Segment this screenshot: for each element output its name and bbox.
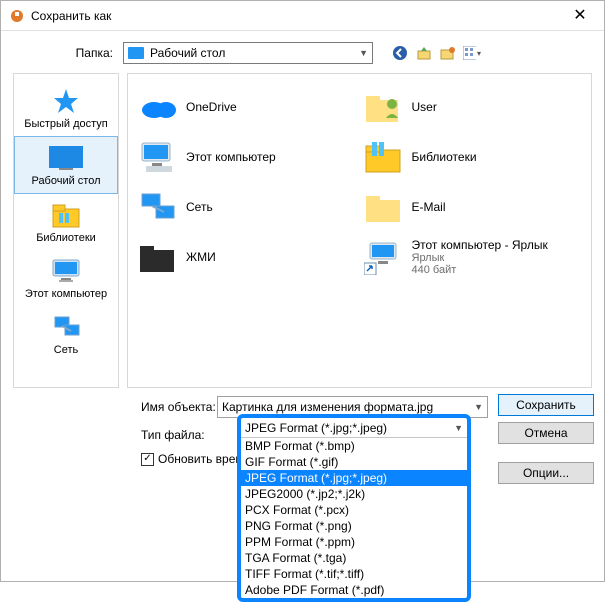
filetype-option[interactable]: PCX Format (*.pcx): [241, 502, 467, 518]
network-icon: [16, 312, 116, 342]
filetype-option[interactable]: GIF Format (*.gif): [241, 454, 467, 470]
star-icon: [16, 86, 116, 116]
filetype-option[interactable]: TGA Format (*.tga): [241, 550, 467, 566]
cancel-button[interactable]: Отмена: [498, 422, 594, 444]
file-area: OneDrive User Этот компьютер Библиотеки …: [127, 73, 592, 388]
save-button[interactable]: Сохранить: [498, 394, 594, 416]
place-this-pc[interactable]: Этот компьютер: [14, 250, 118, 306]
app-icon: [9, 8, 25, 24]
item-zhmi[interactable]: ЖМИ: [134, 232, 360, 282]
chevron-down-icon: ▼: [454, 423, 463, 433]
filetype-dropdown[interactable]: JPEG Format (*.jpg;*.jpeg) ▼ BMP Format …: [237, 414, 471, 602]
folder-label: Папка:: [13, 46, 123, 60]
chevron-down-icon: ▼: [359, 48, 368, 58]
item-libraries[interactable]: Библиотеки: [360, 132, 586, 182]
filename-label: Имя объекта:: [11, 400, 217, 414]
place-desktop[interactable]: Рабочий стол: [14, 136, 118, 194]
place-libraries[interactable]: Библиотеки: [14, 194, 118, 250]
filetype-option[interactable]: PNG Format (*.png): [241, 518, 467, 534]
network-icon: [136, 185, 180, 229]
item-shortcut[interactable]: Этот компьютер - Ярлык Ярлык 440 байт: [360, 232, 586, 282]
update-time-checkbox[interactable]: ✓: [141, 453, 154, 466]
item-onedrive[interactable]: OneDrive: [134, 82, 360, 132]
place-network[interactable]: Сеть: [14, 306, 118, 362]
place-quick-access[interactable]: Быстрый доступ: [14, 80, 118, 136]
monitor-icon: [16, 256, 116, 286]
item-network[interactable]: Сеть: [134, 182, 360, 232]
shortcut-icon: [362, 235, 406, 279]
filetype-selected[interactable]: JPEG Format (*.jpg;*.jpeg) ▼: [241, 418, 467, 438]
user-folder-icon: [362, 85, 406, 129]
desktop-icon: [17, 143, 115, 173]
item-this-pc[interactable]: Этот компьютер: [134, 132, 360, 182]
filetype-option[interactable]: PPM Format (*.ppm): [241, 534, 467, 550]
options-button[interactable]: Опции...: [498, 462, 594, 484]
toolbar-icons: ▾: [391, 44, 481, 62]
cloud-icon: [136, 85, 180, 129]
up-icon[interactable]: [415, 44, 433, 62]
filetype-option[interactable]: TIFF Format (*.tif;*.tiff): [241, 566, 467, 582]
item-user[interactable]: User: [360, 82, 586, 132]
desktop-icon: [128, 47, 144, 59]
folder-icon: [362, 185, 406, 229]
folder-row: Папка: Рабочий стол ▼ ▾: [1, 39, 604, 67]
filetype-option[interactable]: JPEG2000 (*.jp2;*.j2k): [241, 486, 467, 502]
libraries-icon: [16, 200, 116, 230]
libraries-folder-icon: [362, 135, 406, 179]
pc-icon: [136, 135, 180, 179]
new-folder-icon[interactable]: [439, 44, 457, 62]
filetype-option[interactable]: BMP Format (*.bmp): [241, 438, 467, 454]
filetype-option[interactable]: Adobe PDF Format (*.pdf): [241, 582, 467, 598]
filetype-option[interactable]: JPEG Format (*.jpg;*.jpeg): [241, 470, 467, 486]
item-email[interactable]: E-Mail: [360, 182, 586, 232]
dark-folder-icon: [136, 235, 180, 279]
places-bar: Быстрый доступ Рабочий стол Библиотеки Э…: [13, 73, 119, 388]
close-button[interactable]: ✕: [560, 2, 600, 30]
window-title: Сохранить как: [31, 9, 560, 23]
folder-value: Рабочий стол: [150, 46, 359, 60]
chevron-down-icon: ▼: [474, 402, 483, 412]
titlebar: Сохранить как ✕: [1, 1, 604, 31]
view-icon[interactable]: ▾: [463, 44, 481, 62]
back-icon[interactable]: [391, 44, 409, 62]
filetype-label: Тип файла:: [11, 428, 217, 442]
folder-combo[interactable]: Рабочий стол ▼: [123, 42, 373, 64]
